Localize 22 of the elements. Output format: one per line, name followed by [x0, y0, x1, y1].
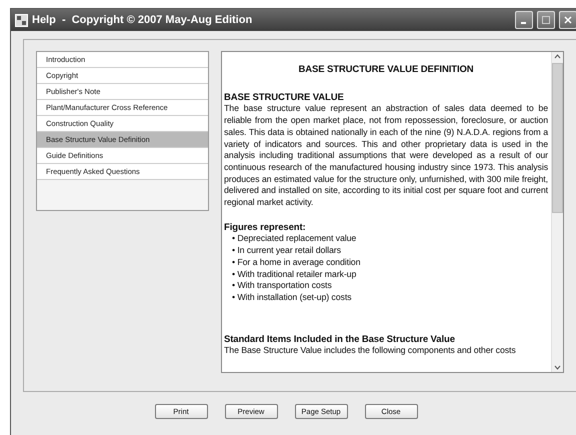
close-button[interactable]: [559, 11, 576, 29]
section-heading: BASE STRUCTURE VALUE: [224, 92, 345, 104]
scroll-up-icon[interactable]: [553, 52, 562, 61]
minimize-button[interactable]: [515, 11, 533, 29]
bullet-item: • For a home in average condition: [232, 256, 362, 269]
window-title: Help - Copyright © 2007 May-Aug Edition: [32, 14, 254, 26]
section-heading: Figures represent:: [224, 222, 307, 234]
maximize-icon: [542, 16, 550, 24]
bullet-item: • With installation (set-up) costs: [232, 292, 352, 304]
maximize-button[interactable]: [537, 11, 555, 29]
paragraph: The Base Structure Value includes the following components and other costs: [224, 345, 517, 358]
bullet-item: • Depreciated replacement value: [232, 233, 358, 246]
paragraph: The base structure value represent an abstraction of sales data deemed to be reliable from the open market place, not from repossession, foreclosure, or auction sales. This data is obtained nationally in each of the nine (9) N.A.D.A. regions from a variety of indicators and sources. This and other proprietary data is used in the analysis including traditional assumptions that were developed as a result of our continuous research of the manufactured housing industry since 1973. This analysis produces an estimated value for the structure only, unfurnished, with 300 mile freight, delivered and installed on site, according to its initial cost per square foot and current regional market activity.: [224, 103, 548, 209]
close-icon: [564, 16, 572, 24]
scrollbar[interactable]: [551, 52, 563, 372]
bullet-item: • In current year retail dollars: [232, 245, 342, 257]
document-title: BASE STRUCTURE VALUE DEFINITION: [297, 64, 475, 76]
section-heading: Standard Items Included in the Base Structure Value: [224, 334, 456, 346]
app-icon: [15, 14, 28, 26]
scroll-down-icon[interactable]: [553, 363, 562, 372]
bullet-item: • With transportation costs: [232, 280, 333, 292]
bullet-item: • With traditional retailer mark-up: [232, 268, 358, 280]
